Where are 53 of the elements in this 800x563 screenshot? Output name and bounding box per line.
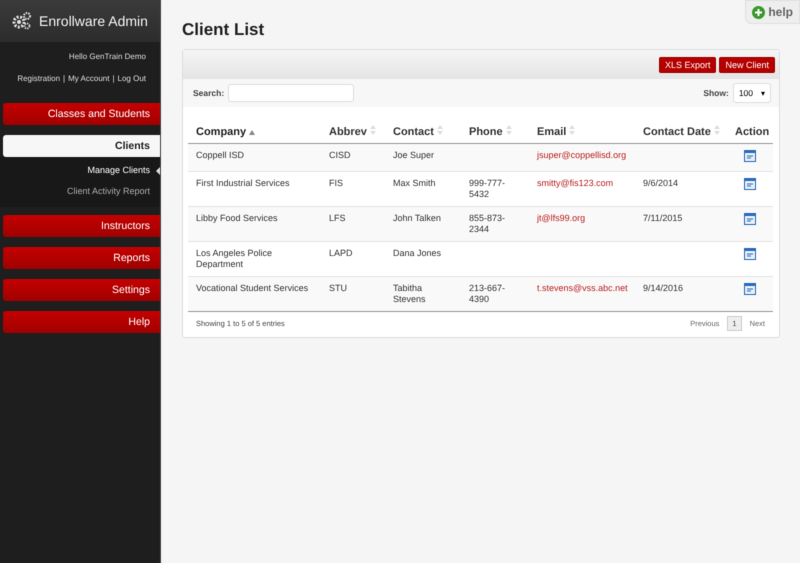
- table-cell: John Talken: [385, 206, 461, 242]
- table-cell: Joe Super: [385, 144, 461, 172]
- page-size-select[interactable]: 100 ▾: [732, 83, 771, 103]
- search-field[interactable]: [228, 84, 354, 102]
- table-cell: 9/6/2014: [643, 178, 678, 188]
- table-cell: 855-873-2344: [469, 213, 506, 234]
- sort-icon: [370, 125, 376, 135]
- show-label: Show:: [703, 88, 729, 98]
- account-link[interactable]: Log Out: [118, 74, 146, 83]
- table-cell: STU: [321, 276, 385, 312]
- table-cell: Tabitha Stevens: [385, 276, 461, 312]
- edit-icon[interactable]: [744, 178, 756, 190]
- table-cell: LFS: [321, 206, 385, 242]
- table-cell: 7/11/2015: [643, 213, 682, 223]
- table-cell: 213-667-4390: [469, 283, 506, 304]
- plus-icon: [752, 6, 766, 18]
- edit-icon[interactable]: [744, 283, 756, 295]
- page-title: Client List: [182, 20, 266, 40]
- table-cell: 9/14/2016: [643, 283, 684, 293]
- table-cell: CISD: [321, 144, 385, 172]
- edit-icon[interactable]: [744, 150, 756, 162]
- help-button[interactable]: help: [745, 0, 800, 24]
- account-link[interactable]: Registration: [17, 74, 60, 83]
- app-title: Enrollware Admin: [39, 13, 148, 29]
- account-link[interactable]: My Account: [68, 74, 110, 83]
- nav-item[interactable]: Settings: [3, 279, 160, 301]
- search-label: Search:: [193, 88, 224, 98]
- separator: |: [112, 74, 115, 83]
- nav-item[interactable]: Classes and Students: [3, 103, 160, 125]
- email-link[interactable]: smitty@fis123.com: [537, 178, 614, 188]
- separator: |: [63, 74, 66, 83]
- sub-nav-item[interactable]: Client Activity Report: [0, 181, 160, 202]
- gears-icon: [12, 12, 32, 30]
- sort-ascending-icon: [249, 130, 256, 134]
- nav-item[interactable]: Clients: [3, 135, 160, 157]
- table-cell: Coppell ISD: [188, 144, 321, 172]
- sort-icon: [714, 125, 720, 135]
- email-link[interactable]: jt@lfs99.org: [537, 213, 586, 223]
- table-cell: Vocational Student Services: [188, 276, 321, 312]
- nav-item[interactable]: Reports: [3, 247, 160, 269]
- sort-icon: [437, 125, 443, 135]
- toolbar-button[interactable]: XLS Export: [658, 56, 716, 72]
- sort-icon: [569, 125, 576, 135]
- table-cell: Libby Food Services: [188, 206, 321, 242]
- nav-item[interactable]: Help: [3, 311, 160, 333]
- greeting: Hello GenTrain Demo: [68, 51, 147, 61]
- edit-icon[interactable]: [744, 213, 756, 225]
- toolbar-button[interactable]: New Client: [719, 56, 775, 72]
- table-cell: 999-777-5432: [469, 178, 506, 199]
- nav-item[interactable]: Instructors: [3, 215, 160, 237]
- sort-icon: [506, 125, 512, 135]
- sub-nav-item[interactable]: Manage Clients: [0, 160, 160, 181]
- edit-icon[interactable]: [744, 248, 756, 260]
